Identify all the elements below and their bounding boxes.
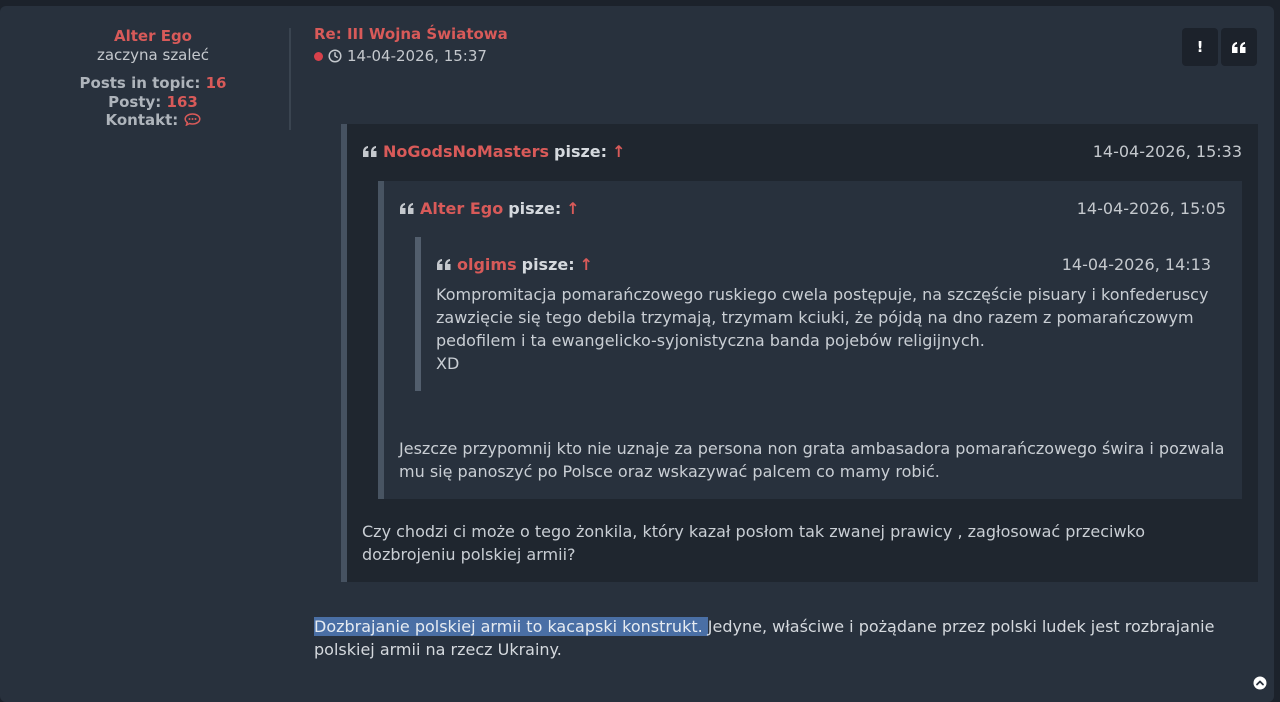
quote-3-line: zawzięcie się tego debila trzymają, trzy… xyxy=(436,308,1194,327)
quote-1-datetime: 14-04-2026, 15:33 xyxy=(1092,142,1242,161)
quote-icon xyxy=(1232,41,1246,53)
post-meta: 14-04-2026, 15:37 xyxy=(314,47,487,65)
quote-3-text: Kompromitacja pomarańczowego ruskiego cw… xyxy=(436,283,1226,375)
quote-1-header: NoGodsNoMasters pisze: ↑ xyxy=(362,142,625,161)
forum-post: Alter Ego zaczyna szaleć Posts in topic:… xyxy=(0,6,1274,702)
quote-3-writes: pisze: xyxy=(521,255,575,274)
quote-2-datetime: 14-04-2026, 15:05 xyxy=(1076,199,1226,218)
clock-icon[interactable] xyxy=(328,49,342,63)
chevron-up-circle-icon[interactable] xyxy=(1253,676,1267,690)
quote-2-jump-arrow[interactable]: ↑ xyxy=(566,199,579,218)
quote-1-author[interactable]: NoGodsNoMasters xyxy=(383,142,549,161)
selected-text: Dozbrajanie polskiej armii to kacapski k… xyxy=(314,617,708,636)
quote-icon xyxy=(363,146,377,157)
post-count-label: Posty: xyxy=(108,93,162,111)
quote-3-datetime: 14-04-2026, 14:13 xyxy=(1061,255,1211,274)
quote-1-writes: pisze: xyxy=(554,142,608,161)
post-count-value[interactable]: 163 xyxy=(167,93,198,111)
quote-button[interactable] xyxy=(1221,28,1257,66)
quote-2-text: Jeszcze przypomnij kto nie uznaje za per… xyxy=(399,439,1225,481)
posts-in-topic-label: Posts in topic: xyxy=(79,74,201,92)
user-rank: zaczyna szaleć xyxy=(96,46,210,64)
report-button[interactable]: ! xyxy=(1182,28,1218,66)
quote-1-text: Czy chodzi ci może o tego żonkila, który… xyxy=(362,522,1146,564)
profile-divider xyxy=(289,28,291,130)
post-body: Dozbrajanie polskiej armii to kacapski k… xyxy=(314,615,1244,661)
posts-in-topic-value[interactable]: 16 xyxy=(206,74,227,92)
posts-in-topic: Posts in topic: 16 xyxy=(0,74,306,92)
unread-dot-icon xyxy=(314,51,323,61)
quote-3-header: olgims pisze: ↑ xyxy=(436,255,593,274)
quote-3-line: Kompromitacja pomarańczowego ruskiego cw… xyxy=(436,285,1209,304)
speech-bubble-icon[interactable] xyxy=(183,113,201,126)
quote-icon xyxy=(437,259,451,270)
quote-2-header: Alter Ego pisze: ↑ xyxy=(399,199,580,218)
post-title[interactable]: Re: III Wojna Światowa xyxy=(314,25,508,43)
quote-3-line: XD xyxy=(436,354,460,373)
contact-label: Kontakt: xyxy=(105,111,179,129)
quote-3-jump-arrow[interactable]: ↑ xyxy=(580,255,593,274)
quote-icon xyxy=(400,203,414,214)
quote-3-author[interactable]: olgims xyxy=(457,255,517,274)
post-count: Posty: 163 xyxy=(0,93,306,111)
quote-1-jump-arrow[interactable]: ↑ xyxy=(612,142,625,161)
username-link[interactable]: Alter Ego xyxy=(0,27,306,45)
post-datetime: 14-04-2026, 15:37 xyxy=(347,47,487,65)
quote-3-line: pedofilem i ta ewangelicko-syjonistyczna… xyxy=(436,331,985,350)
quote-2-writes: pisze: xyxy=(508,199,562,218)
quote-block-3: olgims pisze: ↑ 14-04-2026, 14:13 Kompro… xyxy=(415,237,1227,391)
quote-2-author[interactable]: Alter Ego xyxy=(420,199,503,218)
contact: Kontakt: xyxy=(0,111,306,129)
